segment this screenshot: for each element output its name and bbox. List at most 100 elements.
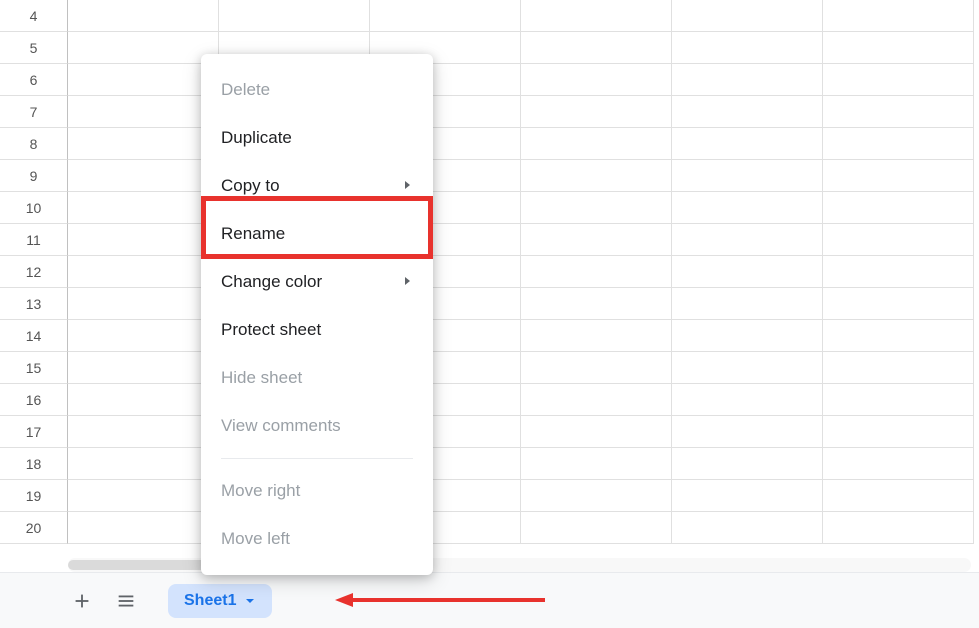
all-sheets-button[interactable] <box>104 581 148 621</box>
cell[interactable] <box>68 96 219 128</box>
cell[interactable] <box>521 160 672 192</box>
cell[interactable] <box>672 320 823 352</box>
cell[interactable] <box>521 128 672 160</box>
row-header[interactable]: 15 <box>0 352 68 384</box>
cell[interactable] <box>68 288 219 320</box>
cell[interactable] <box>521 96 672 128</box>
cell[interactable] <box>68 224 219 256</box>
add-sheet-button[interactable] <box>60 581 104 621</box>
cell[interactable] <box>823 288 974 320</box>
cell[interactable] <box>521 352 672 384</box>
sheet-tab[interactable]: Sheet1 <box>168 584 272 618</box>
menu-item-copy-to[interactable]: Copy to <box>201 162 433 210</box>
cell[interactable] <box>823 0 974 32</box>
menu-item-duplicate[interactable]: Duplicate <box>201 114 433 162</box>
row-header[interactable]: 5 <box>0 32 68 64</box>
cell[interactable] <box>68 320 219 352</box>
row-header[interactable]: 16 <box>0 384 68 416</box>
cell[interactable] <box>521 480 672 512</box>
cell[interactable] <box>823 480 974 512</box>
cell[interactable] <box>521 224 672 256</box>
menu-item-protect-sheet[interactable]: Protect sheet <box>201 306 433 354</box>
cell[interactable] <box>672 448 823 480</box>
menu-item-change-color[interactable]: Change color <box>201 258 433 306</box>
cell[interactable] <box>68 480 219 512</box>
sheet-tab-dropdown[interactable] <box>244 595 256 607</box>
row-header[interactable]: 14 <box>0 320 68 352</box>
cell[interactable] <box>68 32 219 64</box>
row-header[interactable]: 17 <box>0 416 68 448</box>
cell[interactable] <box>68 352 219 384</box>
cell[interactable] <box>68 448 219 480</box>
cell[interactable] <box>68 128 219 160</box>
cell[interactable] <box>68 0 219 32</box>
cell[interactable] <box>672 256 823 288</box>
cell[interactable] <box>672 160 823 192</box>
cell[interactable] <box>521 32 672 64</box>
row-header[interactable]: 9 <box>0 160 68 192</box>
cell[interactable] <box>672 192 823 224</box>
menu-item-label: Move right <box>221 479 300 503</box>
cell[interactable] <box>823 224 974 256</box>
cell[interactable] <box>68 192 219 224</box>
cell[interactable] <box>823 384 974 416</box>
cell[interactable] <box>672 480 823 512</box>
cell[interactable] <box>521 192 672 224</box>
cell[interactable] <box>823 512 974 544</box>
cell[interactable] <box>68 416 219 448</box>
cell[interactable] <box>68 64 219 96</box>
cell[interactable] <box>68 256 219 288</box>
cell[interactable] <box>672 352 823 384</box>
cell[interactable] <box>823 416 974 448</box>
menu-item-label: Delete <box>221 78 270 102</box>
cell[interactable] <box>823 256 974 288</box>
cell[interactable] <box>672 32 823 64</box>
row-header[interactable]: 19 <box>0 480 68 512</box>
row-header[interactable]: 13 <box>0 288 68 320</box>
cell[interactable] <box>823 160 974 192</box>
cell[interactable] <box>672 512 823 544</box>
cell[interactable] <box>823 192 974 224</box>
cell[interactable] <box>521 384 672 416</box>
cell[interactable] <box>672 128 823 160</box>
cell[interactable] <box>68 384 219 416</box>
cell[interactable] <box>521 416 672 448</box>
cell[interactable] <box>521 448 672 480</box>
menu-item-label: Move left <box>221 527 290 551</box>
row-header[interactable]: 12 <box>0 256 68 288</box>
row-header[interactable]: 7 <box>0 96 68 128</box>
cell[interactable] <box>672 224 823 256</box>
row-header[interactable]: 10 <box>0 192 68 224</box>
row-header[interactable]: 8 <box>0 128 68 160</box>
cell[interactable] <box>521 0 672 32</box>
menu-item-label: Protect sheet <box>221 318 321 342</box>
cell[interactable] <box>672 416 823 448</box>
cell[interactable] <box>672 0 823 32</box>
row-header[interactable]: 11 <box>0 224 68 256</box>
row-header[interactable]: 20 <box>0 512 68 544</box>
row-header[interactable]: 18 <box>0 448 68 480</box>
cell[interactable] <box>672 288 823 320</box>
cell[interactable] <box>672 384 823 416</box>
cell[interactable] <box>68 160 219 192</box>
cell[interactable] <box>68 512 219 544</box>
cell[interactable] <box>823 64 974 96</box>
cell[interactable] <box>823 32 974 64</box>
cell[interactable] <box>521 320 672 352</box>
cell[interactable] <box>823 96 974 128</box>
cell[interactable] <box>823 320 974 352</box>
cell[interactable] <box>823 448 974 480</box>
menu-item-rename[interactable]: Rename <box>201 210 433 258</box>
cell[interactable] <box>521 288 672 320</box>
cell[interactable] <box>370 0 521 32</box>
row-header[interactable]: 4 <box>0 0 68 32</box>
cell[interactable] <box>823 352 974 384</box>
cell[interactable] <box>672 96 823 128</box>
cell[interactable] <box>521 512 672 544</box>
row-header[interactable]: 6 <box>0 64 68 96</box>
cell[interactable] <box>219 0 370 32</box>
cell[interactable] <box>521 64 672 96</box>
cell[interactable] <box>823 128 974 160</box>
cell[interactable] <box>672 64 823 96</box>
cell[interactable] <box>521 256 672 288</box>
